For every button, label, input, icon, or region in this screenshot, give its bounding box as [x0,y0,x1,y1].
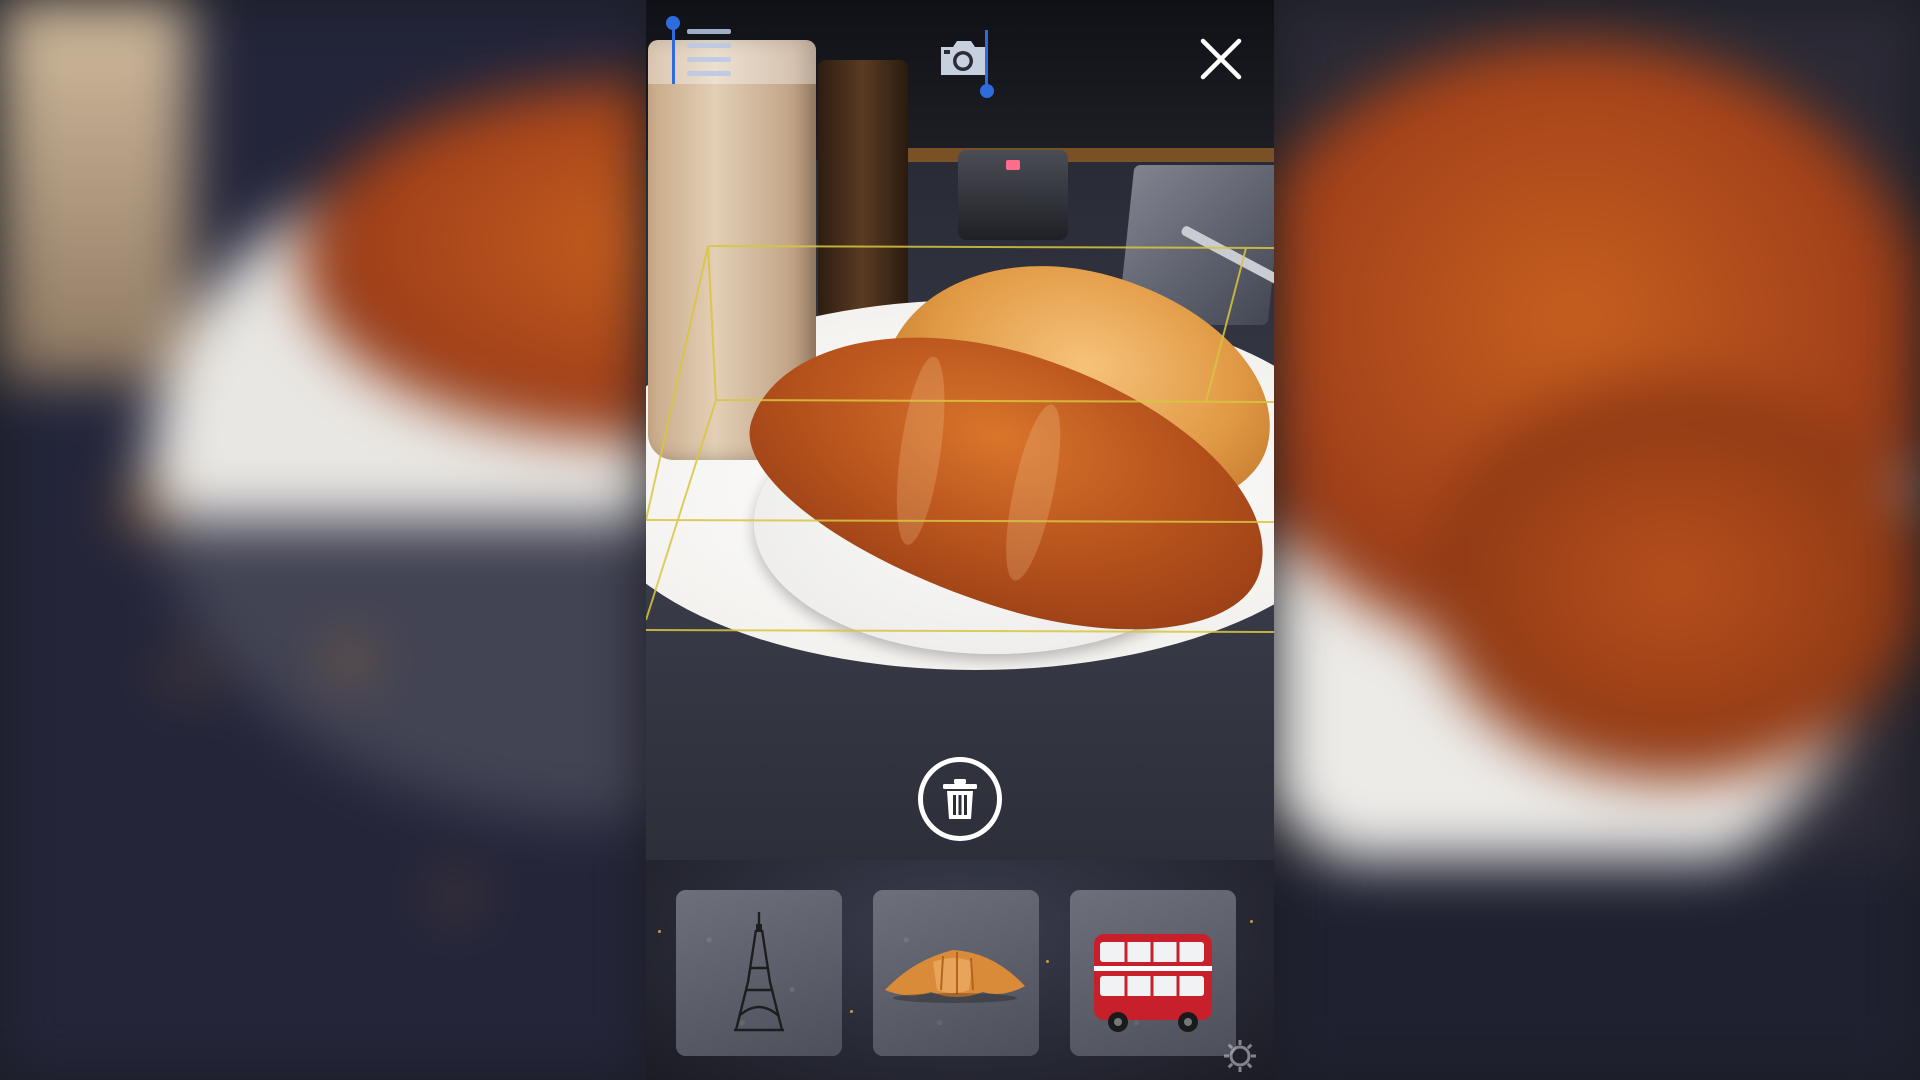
screen [0,0,1920,1080]
model-card-double-decker-bus[interactable] [1070,890,1236,1056]
blurred-background-right [1274,0,1920,1080]
eiffel-tower-model-icon [734,912,784,1032]
capture-photo-button[interactable] [926,30,1000,86]
menu-button[interactable] [674,18,744,86]
blurred-background-left [0,0,646,1080]
trash-can-icon [943,779,977,819]
selection-handle-dot[interactable] [666,16,680,30]
close-button[interactable] [1190,28,1252,90]
close-x-icon [1200,38,1242,80]
camera-icon [941,41,985,75]
selection-handle-line [985,30,988,88]
model-tray [646,870,1274,1080]
selection-handle-dot[interactable] [980,84,994,98]
selection-handle-line [672,24,675,84]
hamburger-menu-icon [687,28,731,76]
ar-camera-view[interactable] [646,0,1274,1080]
gear-icon[interactable] [1222,1038,1258,1074]
croissant-model-icon [885,950,1025,1003]
double-decker-bus-model-icon [1094,934,1212,1032]
model-card-croissant[interactable] [873,890,1039,1056]
model-card-eiffel-tower[interactable] [676,890,842,1056]
delete-object-button[interactable] [918,757,1002,841]
